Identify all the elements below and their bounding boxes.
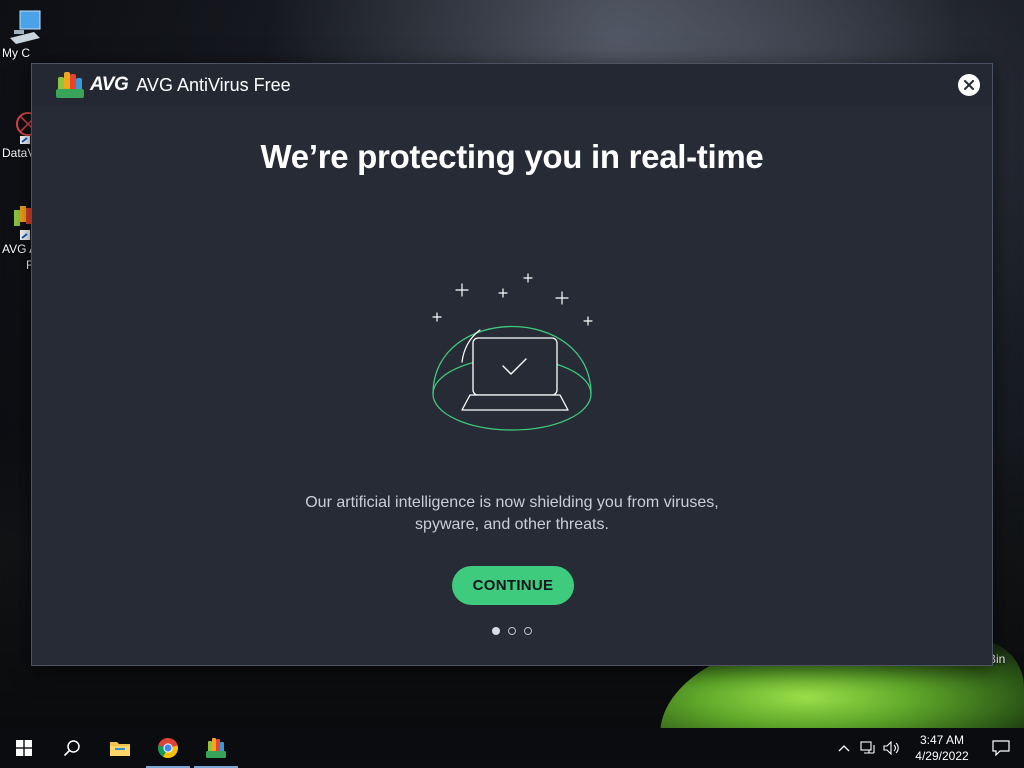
network-icon — [860, 741, 875, 754]
clock-date: 4/29/2022 — [915, 749, 969, 763]
desktop-icon-my-computer[interactable]: My C — [0, 8, 48, 60]
search-button[interactable] — [48, 728, 96, 768]
chevron-up-icon — [838, 745, 850, 752]
notification-icon — [992, 740, 1010, 756]
pager-dot-3[interactable] — [524, 627, 532, 635]
app-title: AVG AntiVirus Free — [136, 74, 291, 95]
brand-wordmark: AVG — [90, 74, 129, 95]
avg-icon — [206, 738, 226, 758]
taskbar: 3:47 AM 4/29/2022 — [0, 728, 1024, 768]
file-explorer-icon — [110, 742, 130, 756]
network-button[interactable] — [856, 728, 880, 768]
description-line-2: spyware, and other threats. — [415, 516, 609, 533]
laptop-icon — [461, 337, 569, 411]
close-button[interactable] — [958, 74, 980, 96]
pager-dot-1[interactable] — [492, 627, 500, 635]
show-hidden-icons-button[interactable] — [832, 728, 856, 768]
description-line-1: Our artificial intelligence is now shiel… — [305, 494, 719, 511]
taskbar-chrome[interactable] — [144, 728, 192, 768]
system-tray: 3:47 AM 4/29/2022 — [832, 728, 1024, 768]
continue-button[interactable]: CONTINUE — [452, 566, 574, 605]
computer-icon — [10, 10, 41, 44]
dialog-titlebar: AVG AVG AntiVirus Free — [32, 64, 992, 106]
sparkle-icons — [432, 273, 593, 326]
clock-time: 3:47 AM — [919, 733, 965, 747]
clock[interactable]: 3:47 AM 4/29/2022 — [906, 732, 978, 764]
volume-button[interactable] — [880, 728, 904, 768]
protected-laptop-illustration — [432, 273, 593, 431]
avg-logo-icon — [56, 72, 84, 98]
speaker-icon — [883, 741, 899, 755]
taskbar-file-explorer[interactable] — [96, 728, 144, 768]
search-icon — [63, 740, 80, 757]
chrome-icon — [158, 738, 178, 758]
start-icon — [16, 740, 32, 756]
desktop-icon-label: My C — [2, 46, 30, 60]
start-button[interactable] — [0, 728, 48, 768]
taskbar-avg[interactable] — [192, 728, 240, 768]
close-icon — [964, 80, 974, 90]
pager-dot-2[interactable] — [508, 627, 516, 635]
action-center-button[interactable] — [978, 728, 1024, 768]
onboarding-pager — [32, 627, 992, 635]
description-text: Our artificial intelligence is now shiel… — [32, 492, 992, 536]
avg-welcome-dialog: AVG AVG AntiVirus Free We’re protecting … — [31, 63, 993, 666]
page-heading: We’re protecting you in real-time — [260, 138, 764, 175]
